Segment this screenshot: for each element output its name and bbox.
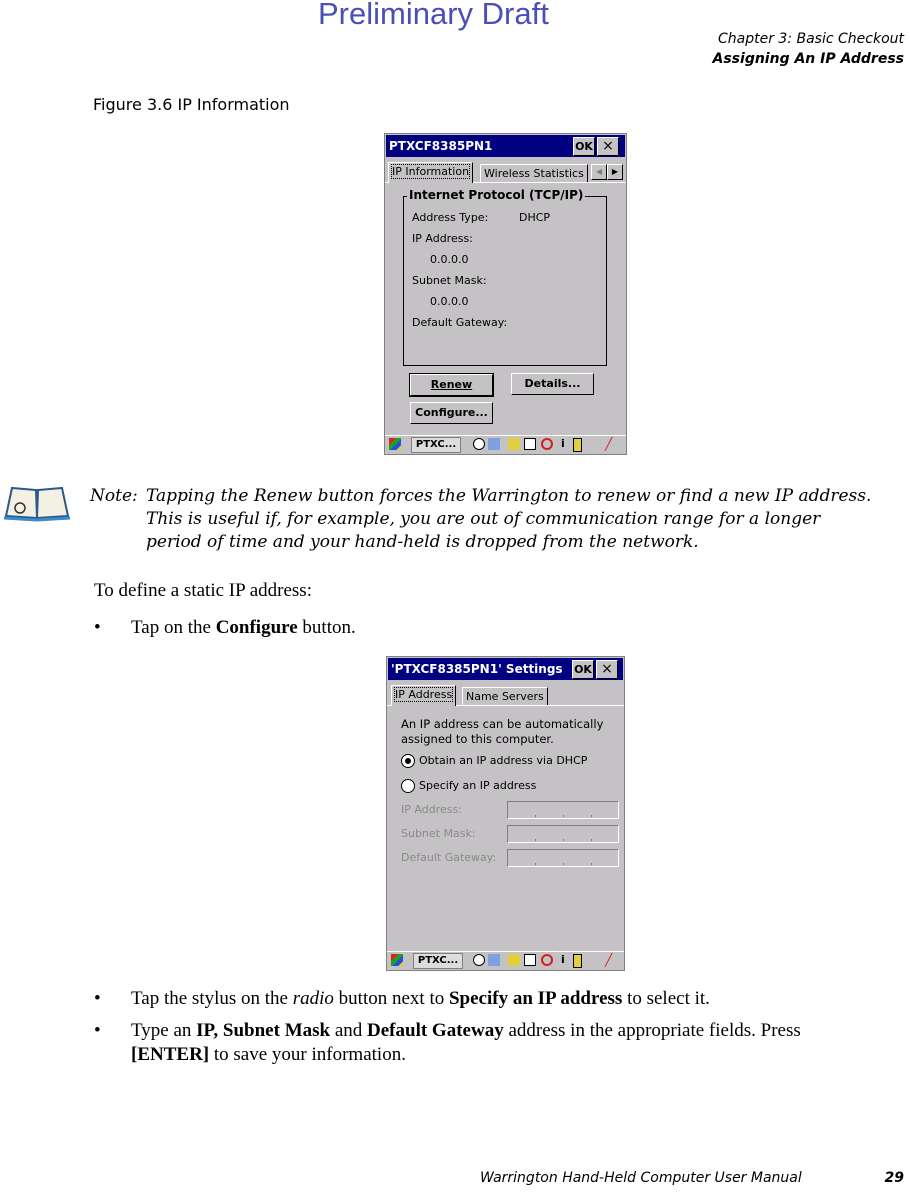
- note-line-2: This is useful if, for example, you are …: [146, 509, 821, 529]
- start-flag-icon[interactable]: [389, 438, 401, 450]
- network-adapter-icon[interactable]: [488, 954, 500, 966]
- ip-information-screen: PTXCF8385PN1 OK × IP Information Wireles…: [384, 133, 627, 455]
- network-adapter-icon[interactable]: [488, 438, 500, 450]
- info-icon[interactable]: i: [561, 438, 573, 450]
- details-button[interactable]: Details...: [511, 373, 594, 395]
- figure-caption: Figure 3.6 IP Information: [93, 95, 290, 114]
- instruction-select-radio: Tap the stylus on the radio button next …: [131, 988, 710, 1009]
- note-line-1: Tapping the Renew button forces the Warr…: [146, 486, 872, 506]
- instruction-type-addresses: Type an IP, Subnet Mask and Default Gate…: [131, 1020, 801, 1041]
- manual-title: Warrington Hand-Held Computer User Manua…: [480, 1170, 802, 1186]
- description-line-2: assigned to this computer.: [401, 732, 554, 746]
- instruction-configure: Tap on the Configure button.: [131, 617, 356, 638]
- tab-scroll-right-button[interactable]: ▶: [607, 164, 623, 180]
- lock-icon[interactable]: [508, 954, 520, 966]
- window-title: PTXCF8385PN1: [389, 139, 493, 153]
- start-flag-icon[interactable]: [391, 954, 403, 966]
- bullet: •: [94, 988, 101, 1009]
- intro-text: To define a static IP address:: [94, 580, 312, 601]
- tab-wireless-statistics[interactable]: Wireless Statistics: [480, 164, 588, 183]
- connection-icon[interactable]: [524, 954, 536, 966]
- ok-button[interactable]: OK: [573, 137, 595, 156]
- radio-dhcp[interactable]: [401, 754, 415, 768]
- note-block: Note: Tapping the Renew button forces the…: [90, 485, 905, 554]
- ip-address-label: IP Address:: [412, 232, 473, 245]
- subnet-mask-field[interactable]: [507, 825, 619, 843]
- description-line-1: An IP address can be automatically: [401, 717, 604, 731]
- tab-ip-address[interactable]: IP Address: [391, 685, 457, 706]
- battery-icon[interactable]: [573, 438, 582, 452]
- chapter-header: Chapter 3: Basic Checkout: [717, 31, 904, 47]
- taskbar: PTXC... i ╱: [387, 951, 624, 970]
- tab-name-servers[interactable]: Name Servers: [462, 687, 548, 706]
- group-label: Internet Protocol (TCP/IP): [407, 188, 586, 202]
- subnet-mask-value: 0.0.0.0: [430, 295, 469, 308]
- configure-button[interactable]: Configure...: [410, 402, 493, 424]
- renew-button[interactable]: Renew: [409, 373, 494, 397]
- pen-icon[interactable]: ╱: [605, 438, 617, 450]
- network-globe-icon[interactable]: [473, 438, 485, 450]
- radio-specify-ip-label[interactable]: Specify an IP address: [419, 779, 536, 792]
- settings-screen: 'PTXCF8385PN1' Settings OK × IP Address …: [386, 656, 625, 971]
- close-button[interactable]: ×: [597, 137, 619, 156]
- ip-address-label: IP Address:: [401, 803, 462, 816]
- no-signal-icon[interactable]: [541, 438, 553, 450]
- radio-dhcp-label[interactable]: Obtain an IP address via DHCP: [419, 754, 587, 767]
- address-type-label: Address Type:: [412, 211, 489, 224]
- taskbar-task-button[interactable]: PTXC...: [411, 437, 461, 453]
- section-header: Assigning An IP Address: [712, 51, 904, 67]
- instruction-type-addresses-cont: [ENTER] to save your information.: [131, 1044, 406, 1065]
- ok-button[interactable]: OK: [572, 660, 594, 679]
- bullet: •: [94, 617, 101, 638]
- book-note-icon: [3, 486, 71, 522]
- taskbar-task-button[interactable]: PTXC...: [413, 953, 463, 969]
- close-button[interactable]: ×: [596, 660, 618, 679]
- ip-address-value: 0.0.0.0: [430, 253, 469, 266]
- draft-watermark: Preliminary Draft: [318, 0, 549, 31]
- address-type-value: DHCP: [519, 211, 551, 224]
- default-gateway-label: Default Gateway:: [401, 851, 497, 864]
- battery-icon[interactable]: [573, 954, 582, 968]
- tab-ip-information[interactable]: IP Information: [388, 162, 474, 183]
- default-gateway-label: Default Gateway:: [412, 316, 508, 329]
- ip-address-field[interactable]: [507, 801, 619, 819]
- lock-icon[interactable]: [508, 438, 520, 450]
- radio-specify-ip[interactable]: [401, 779, 415, 793]
- page-number: 29: [884, 1170, 904, 1186]
- taskbar: PTXC... i ╱: [385, 435, 626, 454]
- connection-icon[interactable]: [524, 438, 536, 450]
- subnet-mask-label: Subnet Mask:: [412, 274, 487, 287]
- note-label: Note:: [90, 486, 138, 506]
- note-line-3: period of time and your hand-held is dro…: [146, 532, 699, 552]
- default-gateway-field[interactable]: [507, 849, 619, 867]
- info-icon[interactable]: i: [561, 954, 573, 966]
- network-globe-icon[interactable]: [473, 954, 485, 966]
- no-signal-icon[interactable]: [541, 954, 553, 966]
- tab-scroll-left-button[interactable]: ◀: [591, 164, 607, 180]
- pen-icon[interactable]: ╱: [605, 954, 617, 966]
- window-title: 'PTXCF8385PN1' Settings: [391, 662, 563, 676]
- subnet-mask-label: Subnet Mask:: [401, 827, 476, 840]
- bullet: •: [94, 1020, 101, 1041]
